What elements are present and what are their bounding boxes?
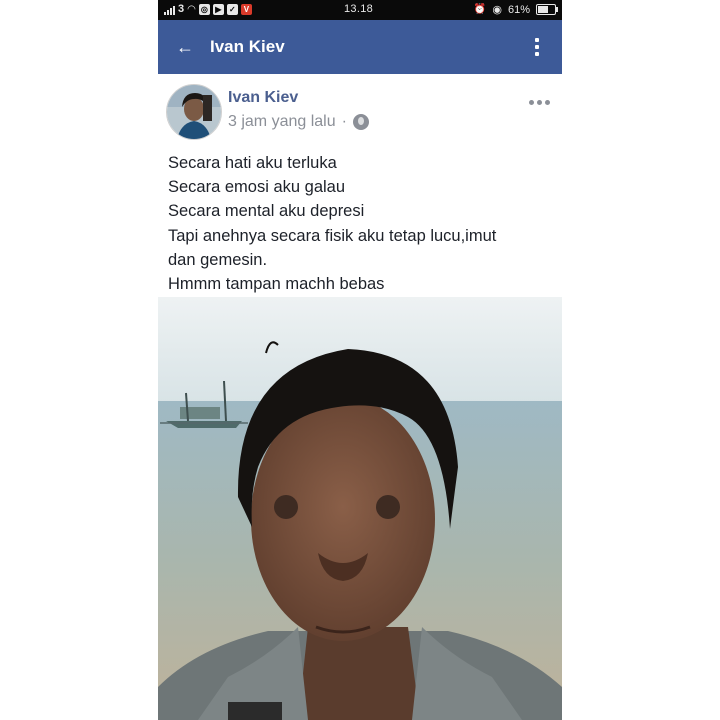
post-line: Secara mental aku depresi bbox=[168, 202, 365, 221]
post-author[interactable]: Ivan Kiev bbox=[228, 89, 298, 107]
post-meta: 3 jam yang lalu · bbox=[228, 113, 369, 131]
post-line: Secara hati aku terluka bbox=[168, 154, 337, 172]
app-bar-title: Ivan Kiev bbox=[210, 37, 285, 56]
wifi-icon: ◠ bbox=[187, 3, 196, 15]
post-text: Secara hati aku terluka Secara emosi aku… bbox=[168, 151, 558, 296]
alarm-icon: ⏰ bbox=[473, 4, 487, 15]
battery-percent: 61% bbox=[507, 3, 530, 16]
youtube-icon: ▶ bbox=[212, 3, 224, 15]
clock: 13.18 bbox=[344, 3, 374, 15]
phone-screen: 3 ◠ ◎ ▶ ✓ V 13.18 ⏰ ◉ 61% ← Ivan Kiev Iv… bbox=[158, 0, 562, 720]
status-left: 3 ◠ ◎ ▶ ✓ V bbox=[164, 3, 252, 15]
status-right: ⏰ ◉ 61% bbox=[473, 3, 558, 16]
post-line: Secara emosi aku galau bbox=[168, 178, 346, 197]
app-bar: ← Ivan Kiev bbox=[158, 20, 562, 74]
eye-icon: ◉ bbox=[492, 4, 502, 16]
messenger-icon: ✓ bbox=[226, 3, 238, 15]
post-timestamp[interactable]: 3 jam yang lalu bbox=[228, 113, 336, 131]
carrier-badge: 3 bbox=[178, 3, 185, 15]
meta-separator: · bbox=[341, 113, 347, 130]
notification-v-icon: V bbox=[240, 3, 252, 15]
post-line: dan gemesin. bbox=[168, 250, 268, 269]
horizontal-dots-icon[interactable] bbox=[529, 100, 550, 105]
battery-icon bbox=[536, 4, 558, 15]
vertical-dots-icon[interactable] bbox=[534, 38, 540, 56]
status-bar: 3 ◠ ◎ ▶ ✓ V 13.18 ⏰ ◉ 61% bbox=[158, 0, 562, 20]
globe-icon bbox=[352, 114, 369, 130]
post-photo[interactable] bbox=[158, 297, 562, 720]
arrow-left-icon[interactable]: ← bbox=[176, 37, 196, 57]
avatar[interactable] bbox=[166, 84, 222, 140]
instagram-icon: ◎ bbox=[198, 3, 210, 15]
post-line: Hmmm tampan machh bebas bbox=[168, 275, 385, 294]
signal-icon bbox=[164, 4, 175, 15]
post-line: Tapi anehnya secara fisik aku tetap lucu… bbox=[168, 226, 497, 245]
